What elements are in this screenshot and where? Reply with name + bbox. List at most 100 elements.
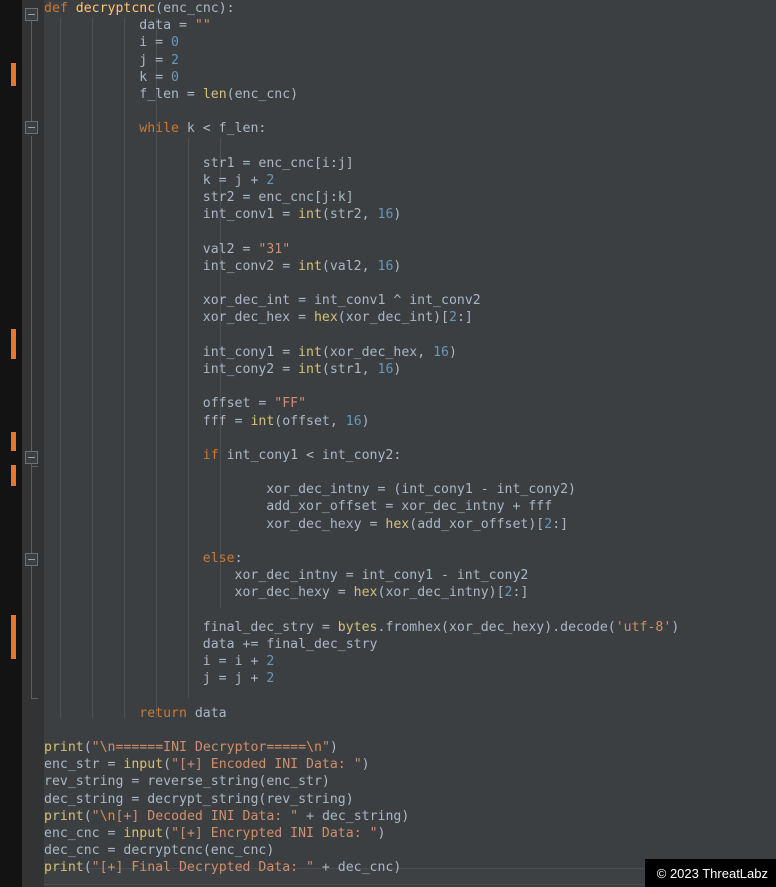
code-line[interactable]: i = i + 2 — [44, 653, 776, 670]
code-token: ) — [449, 345, 457, 360]
code-line[interactable]: int_cony1 = int(xor_dec_hex, 16) — [44, 344, 776, 361]
code-line[interactable]: k = j + 2 — [44, 172, 776, 189]
code-token: fff — [44, 414, 235, 429]
code-line[interactable] — [44, 533, 776, 550]
code-line[interactable]: print("\n[+] Decoded INI Data: " + dec_s… — [44, 808, 776, 825]
code-line[interactable]: data = "" — [44, 17, 776, 34]
code-line[interactable] — [44, 103, 776, 120]
code-line[interactable]: enc_str = input("[+] Encoded INI Data: "… — [44, 756, 776, 773]
code-token: int — [298, 362, 322, 377]
code-line[interactable] — [44, 722, 776, 739]
code-line[interactable] — [44, 275, 776, 292]
code-line[interactable]: data += final_dec_stry — [44, 636, 776, 653]
code-text-area[interactable]: def decryptcnc(enc_cnc): data = "" i = 0… — [44, 0, 776, 877]
code-token: xor_dec_intny + fff — [401, 499, 552, 514]
code-line[interactable]: k = 0 — [44, 69, 776, 86]
code-token: enc_cnc — [163, 1, 219, 16]
code-token: = — [243, 156, 259, 171]
code-token: enc_str — [44, 757, 108, 772]
code-line[interactable]: xor_dec_hexy = hex(add_xor_offset)[2:] — [44, 516, 776, 533]
code-line[interactable]: i = 0 — [44, 34, 776, 51]
code-line[interactable] — [44, 602, 776, 619]
code-line[interactable]: final_dec_stry = bytes.fromhex(xor_dec_h… — [44, 619, 776, 636]
code-token: decryptcnc — [123, 843, 202, 858]
code-line[interactable] — [44, 688, 776, 705]
code-line[interactable] — [44, 138, 776, 155]
code-token: 16 — [346, 414, 362, 429]
code-line[interactable] — [44, 223, 776, 240]
code-token: print — [44, 740, 84, 755]
vcs-change-marker[interactable] — [11, 63, 16, 86]
code-line[interactable]: while k < f_len: — [44, 120, 776, 137]
code-token: else — [203, 551, 235, 566]
code-line[interactable]: if int_cony1 < int_cony2: — [44, 447, 776, 464]
vcs-change-marker[interactable] — [11, 615, 16, 659]
code-token: 0 — [171, 70, 179, 85]
code-token: )[ — [433, 310, 449, 325]
vcs-change-marker[interactable] — [11, 465, 16, 486]
code-line[interactable]: str1 = enc_cnc[i:j] — [44, 155, 776, 172]
code-line[interactable]: int_conv2 = int(val2, 16) — [44, 258, 776, 275]
code-line[interactable]: offset = "FF" — [44, 395, 776, 412]
code-fold-toggle-icon[interactable] — [25, 8, 38, 21]
code-line[interactable]: enc_cnc = input("[+] Encrypted INI Data:… — [44, 825, 776, 842]
code-token: " — [322, 740, 330, 755]
code-line[interactable]: add_xor_offset = xor_dec_intny + fff — [44, 498, 776, 515]
code-token: 0 — [171, 35, 179, 50]
code-token: i — [322, 156, 330, 171]
code-line[interactable]: fff = int(offset, 16) — [44, 413, 776, 430]
code-fold-toggle-icon[interactable] — [25, 121, 38, 134]
code-line[interactable]: dec_cnc = decryptcnc(enc_cnc) — [44, 842, 776, 859]
code-fold-end-tick — [31, 698, 38, 699]
code-token: : — [235, 551, 243, 566]
code-line[interactable]: xor_dec_hexy = hex(xor_dec_intny)[2:] — [44, 584, 776, 601]
code-line[interactable] — [44, 378, 776, 395]
code-token: int_conv1 — [44, 207, 282, 222]
code-fold-toggle-icon[interactable] — [25, 451, 38, 464]
code-line[interactable]: int_cony2 = int(str1, 16) — [44, 361, 776, 378]
code-token: + — [314, 860, 338, 875]
code-token: int_cony2 — [44, 362, 282, 377]
code-token: final_dec_stry — [266, 637, 377, 652]
code-line[interactable]: dec_string = decrypt_string(rev_string) — [44, 791, 776, 808]
code-token: return — [139, 706, 195, 721]
code-line[interactable]: return data — [44, 705, 776, 722]
code-line[interactable]: xor_dec_hex = hex(xor_dec_int)[2:] — [44, 309, 776, 326]
code-token: "FF" — [274, 396, 306, 411]
code-token: ( — [409, 517, 417, 532]
code-line[interactable]: xor_dec_intny = int_cony1 - int_cony2 — [44, 567, 776, 584]
code-line[interactable]: print("\n======INI Decryptor=====\n") — [44, 739, 776, 756]
code-token: len — [203, 87, 227, 102]
code-line[interactable]: str2 = enc_cnc[j:k] — [44, 189, 776, 206]
code-line[interactable] — [44, 327, 776, 344]
code-line[interactable]: j = j + 2 — [44, 670, 776, 687]
code-token: ) — [393, 259, 401, 274]
code-token: + — [298, 809, 322, 824]
code-token: = — [155, 70, 171, 85]
code-line[interactable]: val2 = "31" — [44, 241, 776, 258]
code-token: [ — [314, 156, 322, 171]
code-fold-toggle-icon[interactable] — [25, 553, 38, 566]
code-token: enc_cnc — [235, 87, 291, 102]
code-line[interactable] — [44, 430, 776, 447]
code-line[interactable]: j = 2 — [44, 52, 776, 69]
code-line[interactable] — [44, 464, 776, 481]
code-line[interactable]: else: — [44, 550, 776, 567]
code-line[interactable]: rev_string = reverse_string(enc_str) — [44, 773, 776, 790]
code-token: = — [338, 585, 354, 600]
code-token: decode — [560, 620, 608, 635]
code-line[interactable]: xor_dec_intny = (int_cony1 - int_cony2) — [44, 481, 776, 498]
code-line[interactable]: f_len = len(enc_cnc) — [44, 86, 776, 103]
code-line[interactable]: def decryptcnc(enc_cnc): — [44, 0, 776, 17]
code-token: k < f_len: — [187, 121, 266, 136]
code-line[interactable]: xor_dec_int = int_conv1 ^ int_conv2 — [44, 292, 776, 309]
code-token: xor_dec_int — [346, 310, 433, 325]
code-token: j + — [235, 173, 267, 188]
code-token: val2 — [44, 242, 243, 257]
code-line[interactable]: int_conv1 = int(str2, 16) — [44, 206, 776, 223]
code-token: ( — [338, 310, 346, 325]
vcs-change-marker[interactable] — [11, 329, 16, 359]
vcs-change-marker[interactable] — [11, 432, 16, 451]
code-token: j + — [235, 671, 267, 686]
code-token: ) — [393, 362, 401, 377]
